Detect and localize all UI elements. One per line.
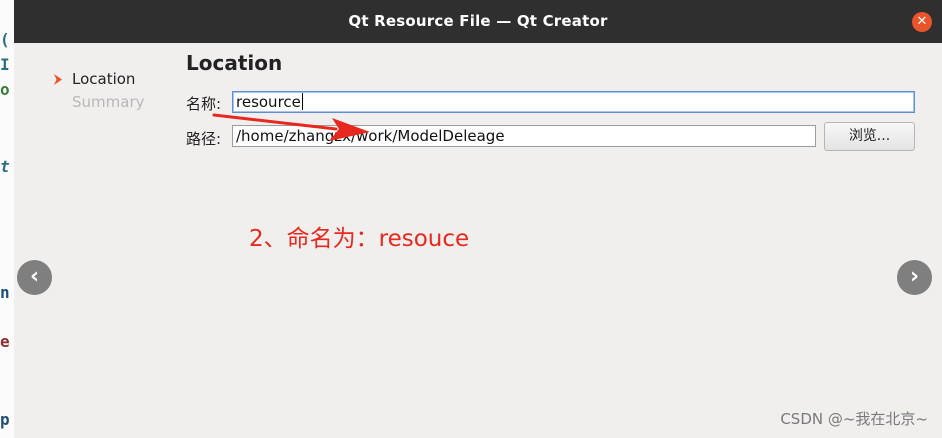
text-caret bbox=[301, 93, 303, 110]
wizard-step-location: Location bbox=[50, 68, 145, 91]
page-title: Location bbox=[186, 51, 283, 75]
path-input[interactable]: /home/zhangzx/work/ModelDeleage bbox=[232, 125, 816, 147]
path-input-value: /home/zhangzx/work/ModelDeleage bbox=[236, 127, 505, 145]
editor-fragment: I bbox=[0, 55, 10, 74]
name-input-value: resource bbox=[236, 93, 301, 111]
watermark-text: CSDN @~我在北京~ bbox=[780, 410, 928, 428]
title-bar[interactable]: Qt Resource File — Qt Creator ✕ bbox=[14, 0, 942, 43]
name-input[interactable]: resource bbox=[232, 91, 915, 113]
chevron-left-icon: ‹ bbox=[29, 264, 40, 289]
path-label: 路径: bbox=[186, 130, 222, 148]
wizard-step-label: Location bbox=[72, 70, 136, 88]
next-image-button[interactable]: › bbox=[897, 260, 932, 295]
browse-button[interactable]: 浏览... bbox=[824, 122, 915, 151]
editor-fragment: p bbox=[0, 410, 10, 429]
current-step-arrow-icon bbox=[54, 74, 62, 85]
editor-fragment: n bbox=[0, 283, 10, 302]
wizard-steps: Location Summary bbox=[50, 68, 145, 114]
editor-fragment: o bbox=[0, 80, 10, 99]
wizard-step-summary: Summary bbox=[50, 91, 145, 114]
window-title: Qt Resource File — Qt Creator bbox=[348, 12, 608, 30]
wizard-step-label: Summary bbox=[72, 93, 145, 111]
previous-image-button[interactable]: ‹ bbox=[17, 260, 52, 295]
editor-fragment: e bbox=[0, 332, 10, 351]
qt-resource-wizard-window: Qt Resource File — Qt Creator ✕ Location… bbox=[14, 0, 942, 438]
background-editor-strip: ( I o t n e p bbox=[0, 0, 15, 438]
chevron-right-icon: › bbox=[909, 264, 920, 289]
annotation-arrow-icon bbox=[212, 113, 370, 141]
name-label: 名称: bbox=[186, 95, 222, 113]
close-button[interactable]: ✕ bbox=[912, 12, 932, 32]
editor-fragment: t bbox=[0, 157, 10, 176]
annotation-text: 2、命名为：resouce bbox=[249, 226, 470, 252]
editor-fragment: ( bbox=[0, 30, 10, 49]
close-icon: ✕ bbox=[916, 14, 928, 29]
